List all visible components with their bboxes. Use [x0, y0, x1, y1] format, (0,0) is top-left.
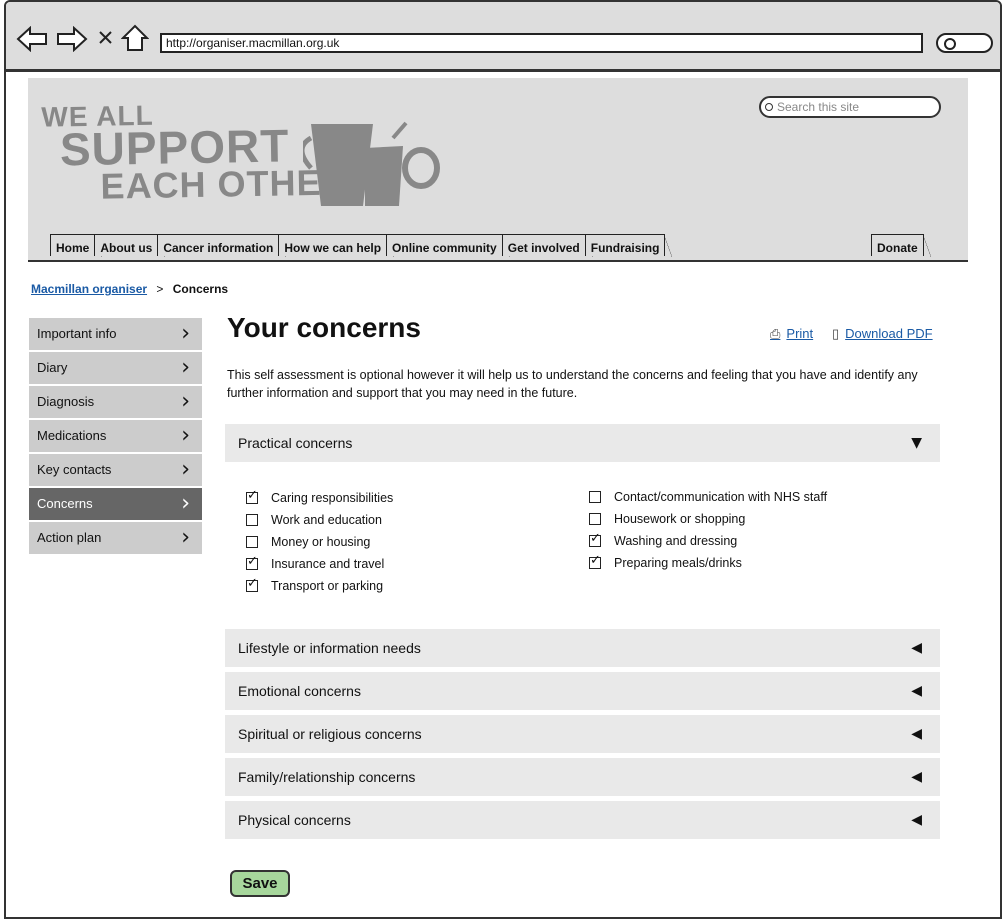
checkbox-box: [589, 491, 601, 503]
section-label: Family/relationship concerns: [238, 769, 416, 785]
sidebar-item-diary[interactable]: Diary ›: [29, 352, 202, 384]
search-icon: [944, 38, 956, 50]
sidebar-item-key-contacts[interactable]: Key contacts ›: [29, 454, 202, 486]
nav-online-community[interactable]: Online community: [386, 234, 510, 257]
check-icon: ✓: [590, 531, 601, 546]
chevron-right-icon: ›: [181, 457, 190, 482]
browser-toolbar: http://organiser.macmillan.org.uk: [6, 2, 1000, 72]
chevron-right-icon: ›: [181, 525, 190, 550]
checkbox-box: [589, 513, 601, 525]
close-icon[interactable]: [98, 30, 114, 46]
address-bar[interactable]: http://organiser.macmillan.org.uk: [160, 33, 923, 53]
download-pdf-link[interactable]: ▯ Download PDF: [832, 326, 933, 342]
print-link[interactable]: ⎙ Print: [770, 326, 813, 342]
site-search-field[interactable]: Search this site: [759, 96, 941, 118]
checkbox-label: Money or housing: [271, 535, 371, 549]
forward-arrow-icon[interactable]: [56, 26, 88, 52]
section-practical-concerns[interactable]: Practical concerns ▼: [225, 424, 940, 462]
download-label: Download PDF: [845, 326, 933, 341]
chevron-right-icon: ›: [181, 423, 190, 448]
section-label: Lifestyle or information needs: [238, 640, 421, 656]
section-spiritual[interactable]: Spiritual or religious concerns ◀: [225, 715, 940, 753]
breadcrumb: Macmillan organiser > Concerns: [31, 282, 228, 296]
checkbox-label: Washing and dressing: [614, 534, 738, 548]
sidebar-item-diagnosis[interactable]: Diagnosis ›: [29, 386, 202, 418]
triangle-down-icon: ▼: [911, 435, 922, 451]
breadcrumb-current: Concerns: [172, 282, 229, 296]
nav-get-involved[interactable]: Get involved: [501, 234, 593, 257]
check-icon: ✓: [590, 553, 601, 568]
checkbox-label: Insurance and travel: [271, 557, 385, 571]
browser-window: http://organiser.macmillan.org.uk WE ALL…: [4, 0, 1002, 919]
triangle-left-icon: ◀: [911, 769, 922, 785]
sidebar-item-concerns[interactable]: Concerns ›: [29, 488, 202, 520]
cup-icon: [303, 121, 440, 206]
donate-button[interactable]: Donate: [871, 234, 931, 257]
section-label: Emotional concerns: [238, 683, 361, 699]
page-title: Your concerns: [227, 312, 421, 343]
check-icon: ✓: [247, 488, 258, 503]
search-placeholder: Search this site: [777, 100, 860, 114]
search-icon: [765, 103, 773, 111]
section-lifestyle[interactable]: Lifestyle or information needs ◀: [225, 629, 940, 667]
checkbox-label: Housework or shopping: [614, 512, 746, 526]
nav-fundraising[interactable]: Fundraising: [584, 234, 673, 257]
site-header: WE ALL SUPPORT EACH OTHER Search this si…: [28, 78, 968, 262]
sidebar-nav: Important info › Diary › Diagnosis › Medica…: [29, 318, 202, 556]
sidebar-item-label: Concerns: [37, 496, 93, 511]
checkbox-box: [246, 514, 258, 526]
checkbox-label: Work and education: [271, 513, 382, 527]
sidebar-item-medications[interactable]: Medications ›: [29, 420, 202, 452]
check-icon: ✓: [247, 554, 258, 569]
nav-cancer-information[interactable]: Cancer information: [157, 234, 287, 257]
sidebar-item-label: Important info: [37, 326, 117, 341]
sidebar-item-label: Diagnosis: [37, 394, 95, 409]
browser-search-field[interactable]: [936, 33, 993, 53]
home-icon[interactable]: [121, 24, 149, 52]
checkbox-label: Caring responsibilities: [271, 491, 394, 505]
checkbox-label: Contact/communication with NHS staff: [614, 490, 828, 504]
nav-how-we-can-help[interactable]: How we can help: [278, 234, 394, 257]
nav-home[interactable]: Home: [50, 234, 103, 257]
chevron-right-icon: ›: [181, 321, 190, 346]
pdf-icon: ▯: [832, 326, 840, 341]
triangle-left-icon: ◀: [911, 726, 922, 742]
back-arrow-icon[interactable]: [16, 26, 48, 52]
sidebar-item-label: Medications: [37, 428, 107, 443]
printer-icon: ⎙: [770, 326, 781, 341]
chevron-right-icon: ›: [181, 389, 190, 414]
triangle-left-icon: ◀: [911, 640, 922, 656]
section-label: Practical concerns: [238, 435, 353, 451]
print-label: Print: [786, 326, 814, 341]
section-label: Physical concerns: [238, 812, 351, 828]
main-nav: Home About us Cancer information How we …: [50, 234, 673, 257]
sidebar-item-label: Action plan: [37, 530, 102, 545]
checkbox-label: Preparing meals/drinks: [614, 556, 742, 570]
sidebar-item-important-info[interactable]: Important info ›: [29, 318, 202, 350]
sidebar-item-action-plan[interactable]: Action plan ›: [29, 522, 202, 554]
section-emotional[interactable]: Emotional concerns ◀: [225, 672, 940, 710]
check-icon: ✓: [247, 576, 258, 591]
section-physical[interactable]: Physical concerns ◀: [225, 801, 940, 839]
sidebar-item-label: Diary: [37, 360, 68, 375]
triangle-left-icon: ◀: [911, 812, 922, 828]
breadcrumb-link[interactable]: Macmillan organiser: [31, 282, 147, 296]
triangle-left-icon: ◀: [911, 683, 922, 699]
sidebar-item-label: Key contacts: [37, 462, 112, 477]
nav-about-us[interactable]: About us: [94, 234, 166, 257]
intro-text: This self assessment is optional however…: [227, 368, 918, 400]
chevron-right-icon: ›: [181, 491, 190, 516]
section-family[interactable]: Family/relationship concerns ◀: [225, 758, 940, 796]
breadcrumb-separator: >: [156, 282, 164, 296]
checkbox-box: [246, 536, 258, 548]
checkbox-label: Transport or parking: [271, 579, 384, 593]
section-label: Spiritual or religious concerns: [238, 726, 422, 742]
chevron-right-icon: ›: [181, 355, 190, 380]
save-button[interactable]: Save: [230, 870, 290, 897]
